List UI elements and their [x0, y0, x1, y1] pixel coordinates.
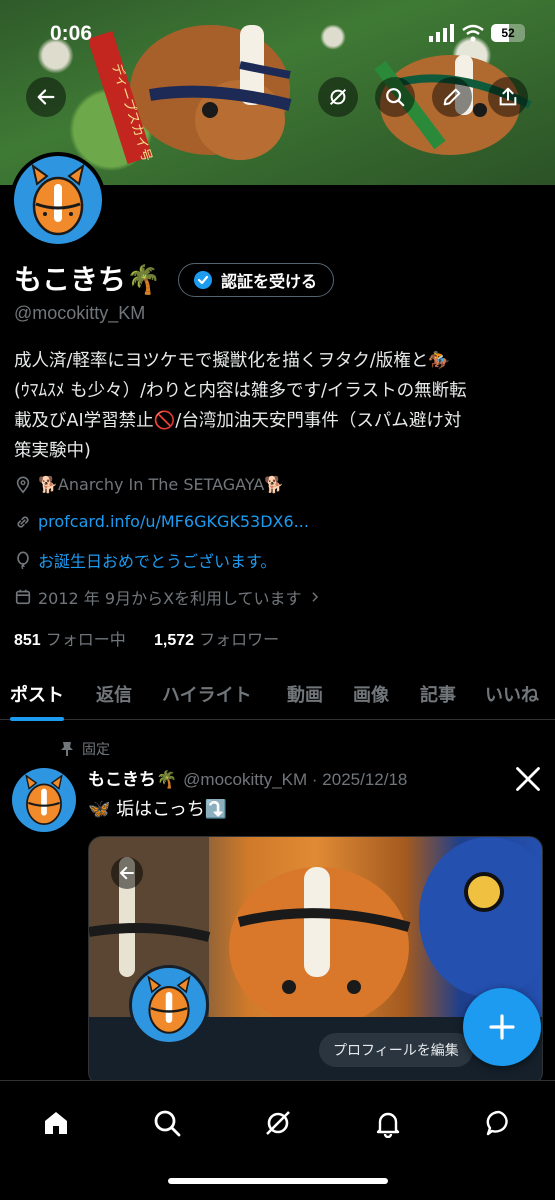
- following-count: 851: [14, 632, 41, 649]
- profile-location: 🐕Anarchy In The SETAGAYA🐕: [14, 475, 284, 494]
- signal-icon: [429, 24, 454, 42]
- pinned-indicator: 固定: [60, 739, 110, 759]
- search-button[interactable]: [375, 77, 415, 117]
- horse-avatar-icon: [25, 774, 63, 826]
- link-icon: [17, 515, 29, 528]
- search-icon: [154, 1110, 181, 1137]
- tab-highlights[interactable]: ハイライト: [162, 668, 252, 720]
- nav-search[interactable]: [145, 1101, 189, 1145]
- following-label: フォロー中: [45, 630, 126, 649]
- profile-banner[interactable]: ディープスカイ号 0:06 52: [0, 0, 555, 185]
- status-time: 0:06: [50, 22, 93, 45]
- get-verified-button[interactable]: 認証を受ける: [178, 263, 335, 297]
- tab-videos[interactable]: 動画: [287, 668, 323, 720]
- media-back-button: [111, 857, 143, 889]
- tab-likes[interactable]: いいね: [485, 668, 539, 720]
- location-text: 🐕Anarchy In The SETAGAYA🐕: [38, 475, 285, 494]
- profile-handle: @mocokitty_KM: [14, 303, 146, 323]
- post-header: もこきち🌴 @mocokitty_KM · 2025/12/18: [88, 765, 407, 790]
- followers-label: フォロワー: [199, 630, 280, 649]
- share-icon: [499, 87, 517, 106]
- location-pin-icon: [16, 476, 30, 493]
- wifi-icon: [462, 24, 484, 42]
- post-text: 🦋 垢はこっち⤵️: [88, 799, 228, 820]
- profile-joined[interactable]: 2012 年 9月からXを利用しています: [14, 585, 322, 609]
- nav-grok[interactable]: [256, 1101, 300, 1145]
- profile-avatar[interactable]: [10, 152, 106, 248]
- bell-icon: [376, 1112, 400, 1138]
- following-link[interactable]: 851 フォロー中: [14, 630, 126, 649]
- grok-button[interactable]: [318, 77, 358, 117]
- profile-birthday[interactable]: お誕生日おめでとうございます。: [14, 548, 276, 572]
- home-indicator[interactable]: [168, 1178, 388, 1184]
- post-handle-date: @mocokitty_KM · 2025/12/18: [183, 770, 408, 789]
- chevron-right-icon: [311, 592, 318, 602]
- followers-count: 1,572: [154, 632, 195, 649]
- media-avatar: [129, 965, 209, 1045]
- link-text[interactable]: profcard.info/u/MF6GKGK53DX6...: [38, 512, 309, 531]
- battery-icon: 52: [491, 24, 525, 42]
- pin-icon: [61, 742, 73, 756]
- tab-replies[interactable]: 返信: [96, 668, 132, 720]
- edit-pencil-icon: [443, 88, 461, 106]
- pinned-label: 固定: [82, 742, 110, 758]
- calendar-icon: [15, 589, 31, 605]
- bio-line: 載及びAI学習禁止🚫/台湾加油天安門事件（スパム避け対: [14, 411, 462, 431]
- edit-button[interactable]: [432, 77, 472, 117]
- balloon-icon: [17, 551, 29, 569]
- post-author-name[interactable]: もこきち🌴: [88, 765, 177, 790]
- get-verified-label: 認証を受ける: [221, 272, 318, 291]
- follow-stats: 851 フォロー中 1,572 フォロワー: [14, 626, 279, 650]
- search-icon: [386, 88, 405, 107]
- battery-percent: 52: [501, 26, 515, 40]
- share-button[interactable]: [488, 77, 528, 117]
- birthday-text[interactable]: お誕生日おめでとうございます。: [38, 548, 276, 572]
- grok-icon: [266, 1111, 290, 1135]
- compose-post-button[interactable]: [463, 988, 541, 1066]
- back-button[interactable]: [26, 77, 66, 117]
- back-arrow-icon: [37, 89, 55, 105]
- nav-home[interactable]: [34, 1101, 78, 1145]
- tab-articles[interactable]: 記事: [420, 668, 456, 720]
- nav-notifications[interactable]: [366, 1101, 410, 1145]
- horse-avatar-icon: [31, 163, 85, 236]
- profile-bio: 成人済/軽率にヨツケモで擬獣化を描くヲタク/版権と🏇 (ｳﾏﾑｽﾒ も少々）/わ…: [14, 346, 544, 466]
- plus-icon: [489, 1014, 515, 1040]
- profile-tabs: ポスト 返信 ハイライト 動画 画像 記事 いいね: [0, 668, 555, 721]
- back-arrow-icon: [120, 866, 134, 880]
- bio-line: (ｳﾏﾑｽﾒ も少々）/わりと内容は雑多です/イラストの無断転: [14, 381, 467, 401]
- post-avatar[interactable]: [12, 768, 76, 832]
- message-icon: [486, 1110, 508, 1136]
- grok-icon: [329, 88, 347, 106]
- tab-images[interactable]: 画像: [353, 668, 389, 720]
- bio-line: 成人済/軽率にヨツケモで擬獣化を描くヲタク/版権と🏇: [14, 351, 451, 371]
- nav-messages[interactable]: [477, 1101, 521, 1145]
- home-icon: [45, 1112, 67, 1134]
- followers-link[interactable]: 1,572 フォロワー: [154, 630, 279, 649]
- status-bar: 0:06 52: [0, 22, 555, 50]
- verified-badge-icon: [194, 271, 212, 289]
- profile-link[interactable]: profcard.info/u/MF6GKGK53DX6...: [14, 512, 309, 531]
- tab-posts[interactable]: ポスト: [10, 668, 64, 721]
- horse-avatar-icon: [147, 975, 191, 1034]
- x-logo-icon: [516, 767, 540, 791]
- joined-text: 2012 年 9月からXを利用しています: [38, 589, 302, 608]
- profile-name: もこきち🌴: [14, 263, 161, 296]
- bio-line: 策実験中): [14, 441, 91, 461]
- media-edit-profile-label: プロフィールを編集: [319, 1033, 473, 1067]
